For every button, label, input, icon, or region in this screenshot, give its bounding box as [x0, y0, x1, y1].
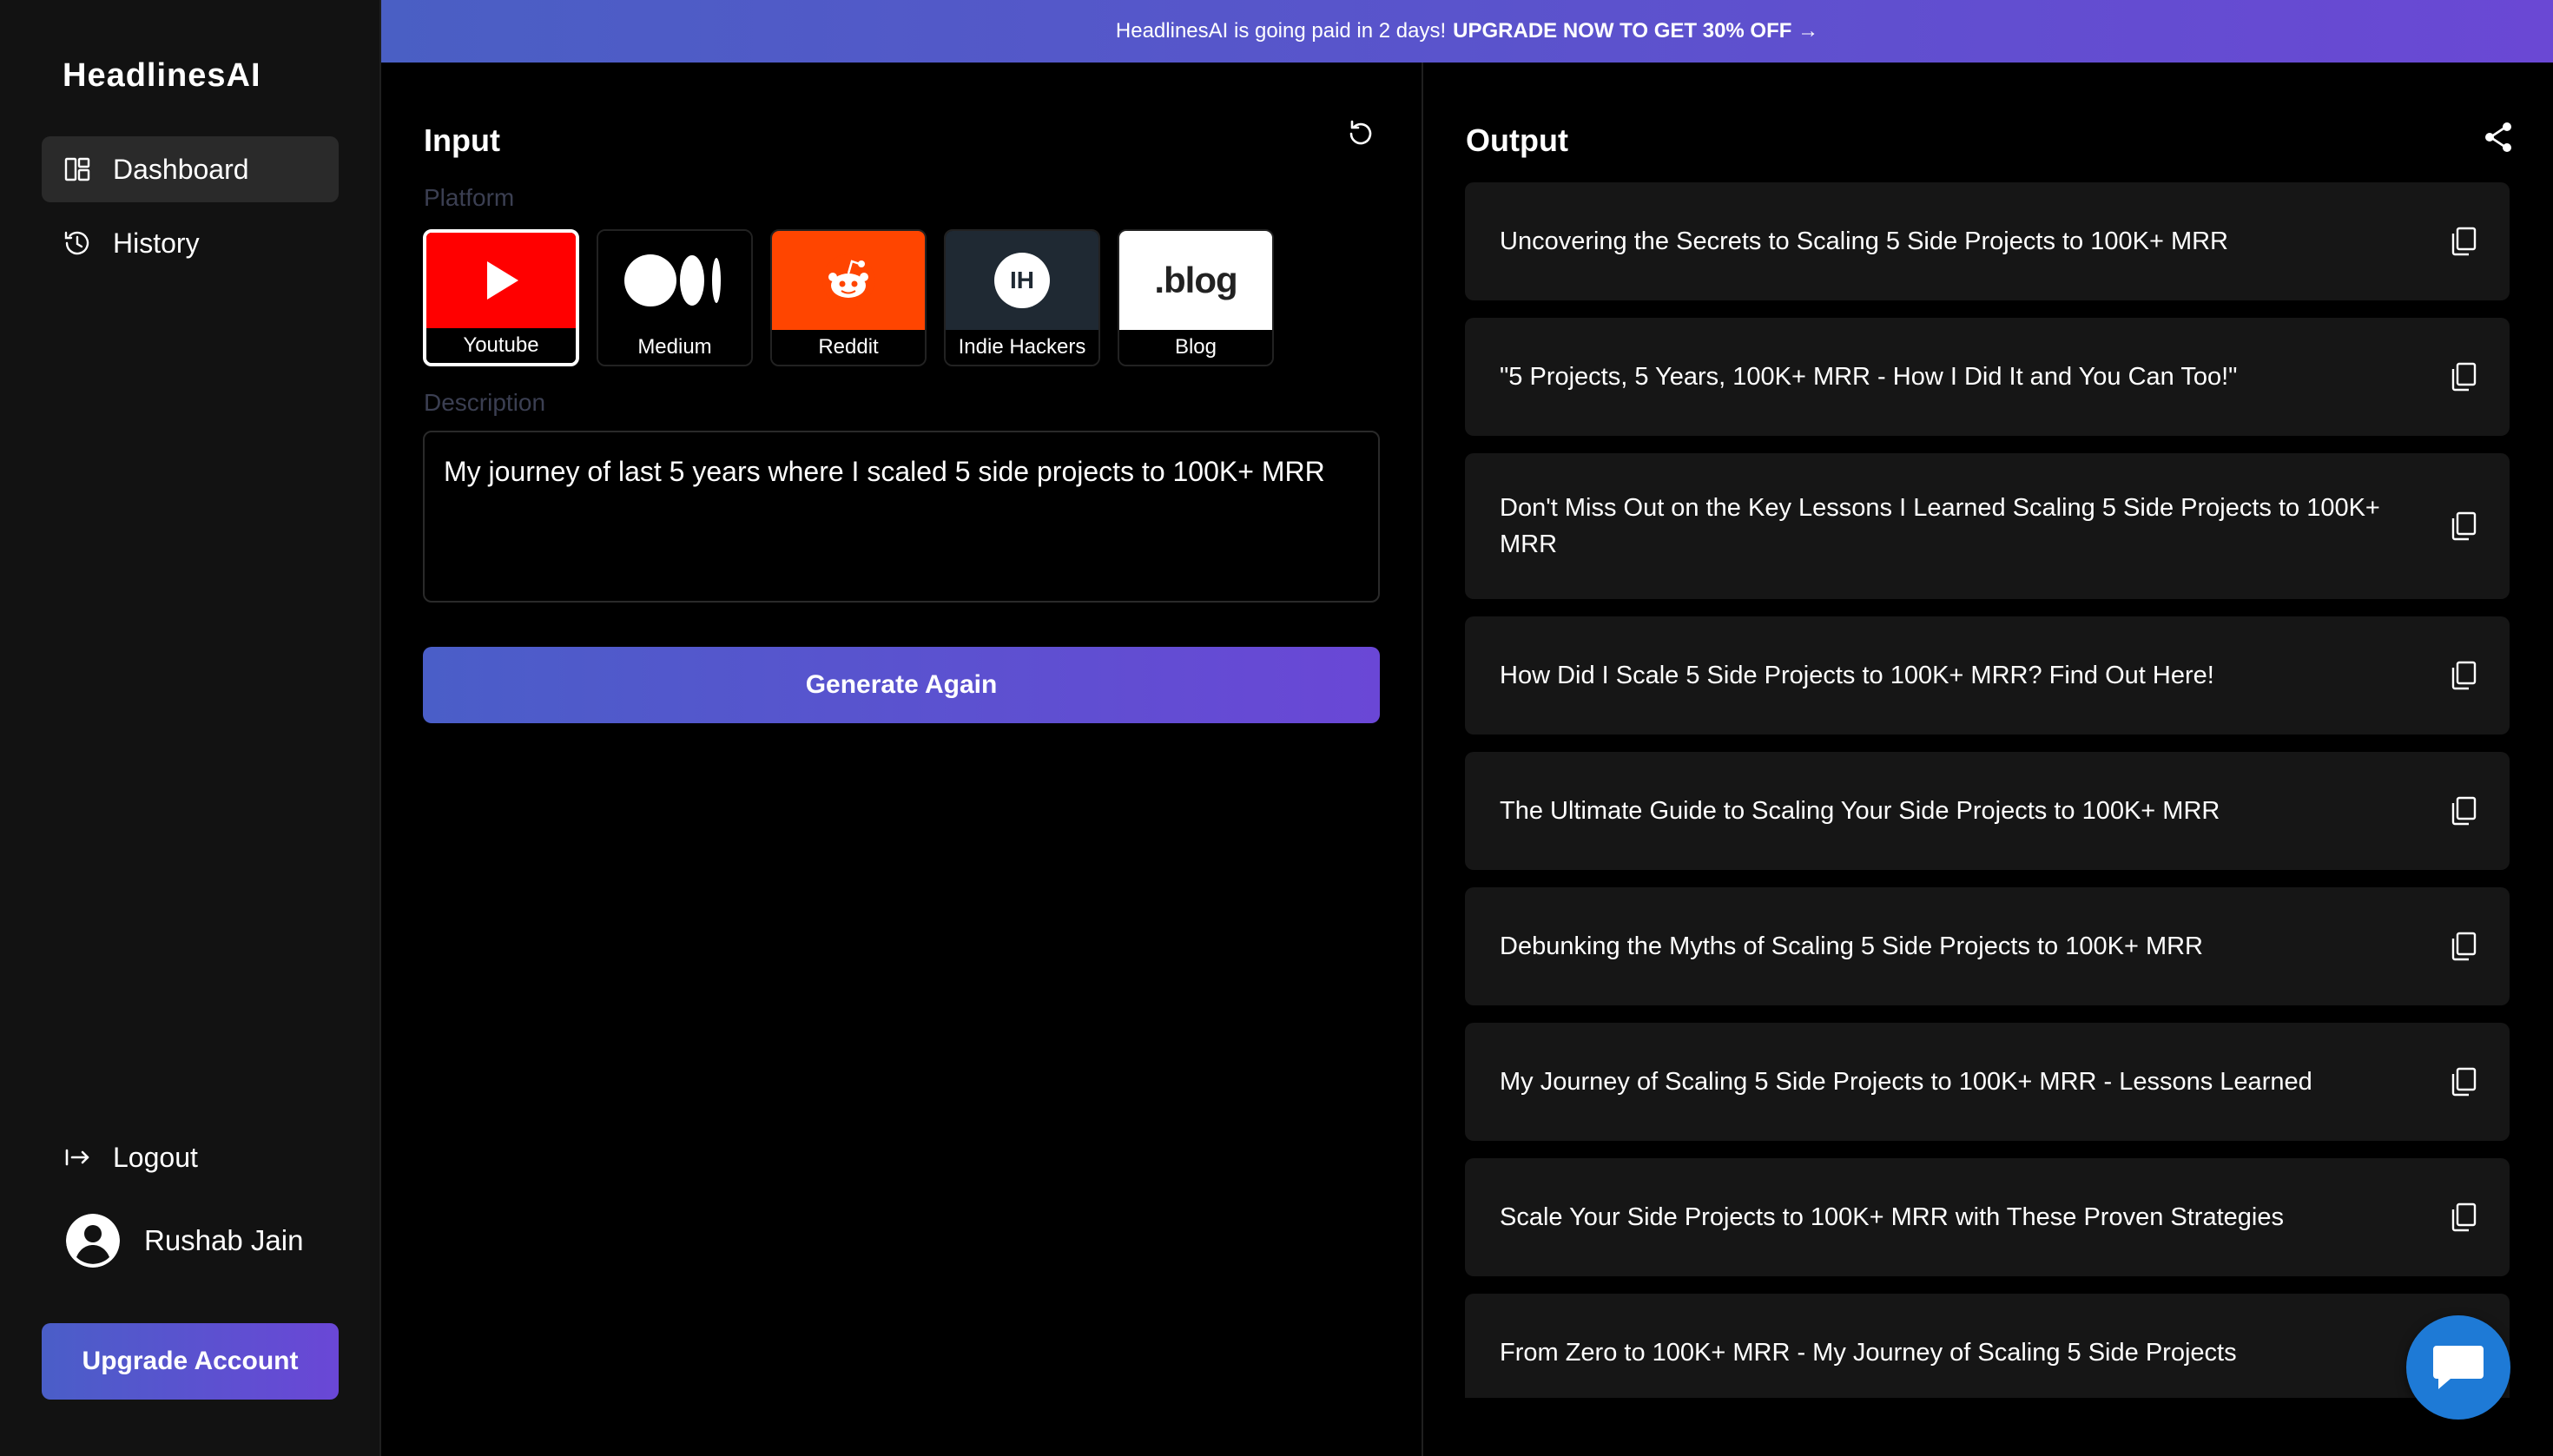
- sidebar: HeadlinesAI Dashboard History Logout Rus…: [0, 0, 381, 1456]
- input-title: Input: [424, 122, 500, 158]
- platform-option-medium[interactable]: Medium: [597, 229, 753, 366]
- headline-card[interactable]: Uncovering the Secrets to Scaling 5 Side…: [1465, 182, 2510, 300]
- blog-logo-icon: .blog: [1119, 231, 1272, 330]
- output-panel: Output Uncovering the Secrets to Scaling…: [1423, 63, 2553, 1456]
- upgrade-account-button[interactable]: Upgrade Account: [42, 1323, 339, 1400]
- output-title: Output: [1466, 122, 1568, 158]
- headline-text: How Did I Scale 5 Side Projects to 100K+…: [1500, 662, 2214, 689]
- input-panel: Input Platform Youtube Medium Reddit IH …: [381, 63, 1423, 1456]
- platform-label-indie-hackers: Indie Hackers: [946, 330, 1098, 365]
- sidebar-item-dashboard[interactable]: Dashboard: [42, 136, 339, 202]
- headline-text: "5 Projects, 5 Years, 100K+ MRR - How I …: [1500, 363, 2238, 391]
- headline-card[interactable]: How Did I Scale 5 Side Projects to 100K+…: [1465, 616, 2510, 735]
- copy-icon[interactable]: [2451, 227, 2477, 256]
- headline-text: Debunking the Myths of Scaling 5 Side Pr…: [1500, 932, 2204, 960]
- reddit-logo-icon: [772, 231, 925, 330]
- copy-icon[interactable]: [2451, 362, 2477, 392]
- headline-text: Don't Miss Out on the Key Lessons I Lear…: [1500, 494, 2380, 558]
- logout-label: Logout: [113, 1141, 198, 1173]
- refresh-icon[interactable]: [1343, 116, 1378, 151]
- copy-icon[interactable]: [2451, 1067, 2477, 1097]
- headline-text: Scale Your Side Projects to 100K+ MRR wi…: [1500, 1203, 2284, 1231]
- app-logo[interactable]: HeadlinesAI: [63, 57, 261, 95]
- copy-icon[interactable]: [2451, 511, 2477, 541]
- headline-text: Uncovering the Secrets to Scaling 5 Side…: [1500, 227, 2229, 255]
- chat-bubble-icon: [2433, 1346, 2484, 1389]
- dashboard-icon: [63, 155, 92, 184]
- description-label: Description: [424, 389, 546, 416]
- copy-icon[interactable]: [2451, 661, 2477, 690]
- copy-icon[interactable]: [2451, 1202, 2477, 1232]
- description-input[interactable]: My journey of last 5 years where I scale…: [423, 431, 1380, 603]
- platform-option-blog[interactable]: .blog Blog: [1118, 229, 1274, 366]
- headline-list: Uncovering the Secrets to Scaling 5 Side…: [1465, 182, 2510, 1398]
- headline-text: My Journey of Scaling 5 Side Projects to…: [1500, 1068, 2312, 1096]
- banner-cta-link[interactable]: UPGRADE NOW TO GET 30% OFF →: [1453, 19, 1818, 43]
- platform-selector: Youtube Medium Reddit IH Indie Hackers .…: [423, 229, 1274, 366]
- sidebar-item-label: History: [113, 227, 200, 259]
- copy-icon[interactable]: [2451, 796, 2477, 826]
- indie-hackers-logo-icon: IH: [946, 231, 1098, 330]
- banner-text: HeadlinesAI is going paid in 2 days!: [1115, 19, 1447, 43]
- platform-option-indie-hackers[interactable]: IH Indie Hackers: [944, 229, 1100, 366]
- medium-logo-icon: [598, 231, 751, 330]
- indie-hackers-mark: IH: [994, 253, 1050, 308]
- sidebar-item-label: Dashboard: [113, 153, 249, 185]
- platform-option-reddit[interactable]: Reddit: [770, 229, 927, 366]
- headline-card[interactable]: My Journey of Scaling 5 Side Projects to…: [1465, 1023, 2510, 1141]
- platform-label: Platform: [424, 184, 515, 211]
- headline-card[interactable]: Don't Miss Out on the Key Lessons I Lear…: [1465, 453, 2510, 599]
- headline-card[interactable]: Scale Your Side Projects to 100K+ MRR wi…: [1465, 1158, 2510, 1276]
- platform-label-blog: Blog: [1119, 330, 1272, 365]
- platform-label-youtube: Youtube: [426, 328, 576, 363]
- sidebar-item-history[interactable]: History: [42, 210, 339, 276]
- share-icon[interactable]: [2481, 120, 2516, 155]
- headline-card[interactable]: The Ultimate Guide to Scaling Your Side …: [1465, 752, 2510, 870]
- logout-icon: [63, 1143, 92, 1172]
- headline-text: The Ultimate Guide to Scaling Your Side …: [1500, 797, 2220, 825]
- avatar: [66, 1214, 120, 1268]
- headline-card[interactable]: From Zero to 100K+ MRR - My Journey of S…: [1465, 1294, 2510, 1398]
- platform-label-reddit: Reddit: [772, 330, 925, 365]
- logout-button[interactable]: Logout: [42, 1124, 339, 1190]
- platform-label-medium: Medium: [598, 330, 751, 365]
- blog-mark: .blog: [1154, 260, 1237, 300]
- chat-support-button[interactable]: [2406, 1315, 2510, 1420]
- generate-again-button[interactable]: Generate Again: [423, 647, 1380, 723]
- headline-card[interactable]: "5 Projects, 5 Years, 100K+ MRR - How I …: [1465, 318, 2510, 436]
- history-icon: [63, 228, 92, 258]
- headline-text: From Zero to 100K+ MRR - My Journey of S…: [1500, 1339, 2237, 1367]
- copy-icon[interactable]: [2451, 932, 2477, 961]
- user-name: Rushab Jain: [144, 1224, 304, 1256]
- headline-card[interactable]: Debunking the Myths of Scaling 5 Side Pr…: [1465, 887, 2510, 1005]
- user-profile[interactable]: Rushab Jain: [66, 1214, 303, 1268]
- promo-banner[interactable]: HeadlinesAI is going paid in 2 days! UPG…: [381, 0, 2553, 63]
- platform-option-youtube[interactable]: Youtube: [423, 229, 579, 366]
- youtube-logo-icon: [426, 233, 576, 328]
